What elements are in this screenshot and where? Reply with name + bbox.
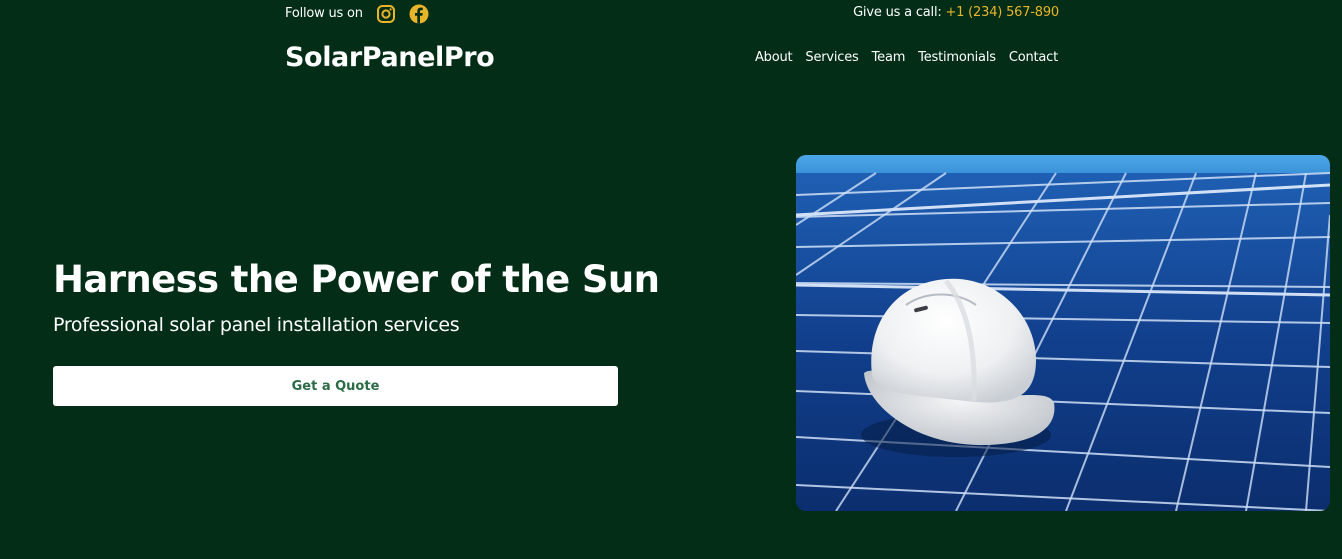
contact-phone: Give us a call: +1 (234) 567-890 — [853, 5, 1059, 21]
get-quote-button[interactable]: Get a Quote — [53, 366, 618, 406]
site-logo[interactable]: SolarPanelPro — [285, 42, 495, 73]
nav-contact[interactable]: Contact — [1009, 50, 1058, 66]
nav-team[interactable]: Team — [872, 50, 906, 66]
nav-services[interactable]: Services — [805, 50, 858, 66]
hero-title: Harness the Power of the Sun — [53, 258, 660, 301]
follow-us-label: Follow us on — [285, 6, 363, 21]
instagram-icon[interactable] — [376, 4, 396, 24]
nav-about[interactable]: About — [755, 50, 793, 66]
nav-testimonials[interactable]: Testimonials — [918, 50, 996, 66]
main-nav: About Services Team Testimonials Contact — [755, 50, 1058, 66]
facebook-icon[interactable] — [409, 4, 429, 24]
top-bar: Follow us on Give us a call: +1 (234) 56… — [285, 0, 1059, 26]
phone-link[interactable]: +1 (234) 567-890 — [945, 5, 1059, 20]
call-label: Give us a call: — [853, 5, 942, 20]
page: Follow us on Give us a call: +1 (234) 56… — [0, 0, 1342, 559]
hero-subtitle: Professional solar panel installation se… — [53, 314, 460, 336]
hero-image — [796, 155, 1330, 511]
social-links: Follow us on — [285, 4, 429, 24]
